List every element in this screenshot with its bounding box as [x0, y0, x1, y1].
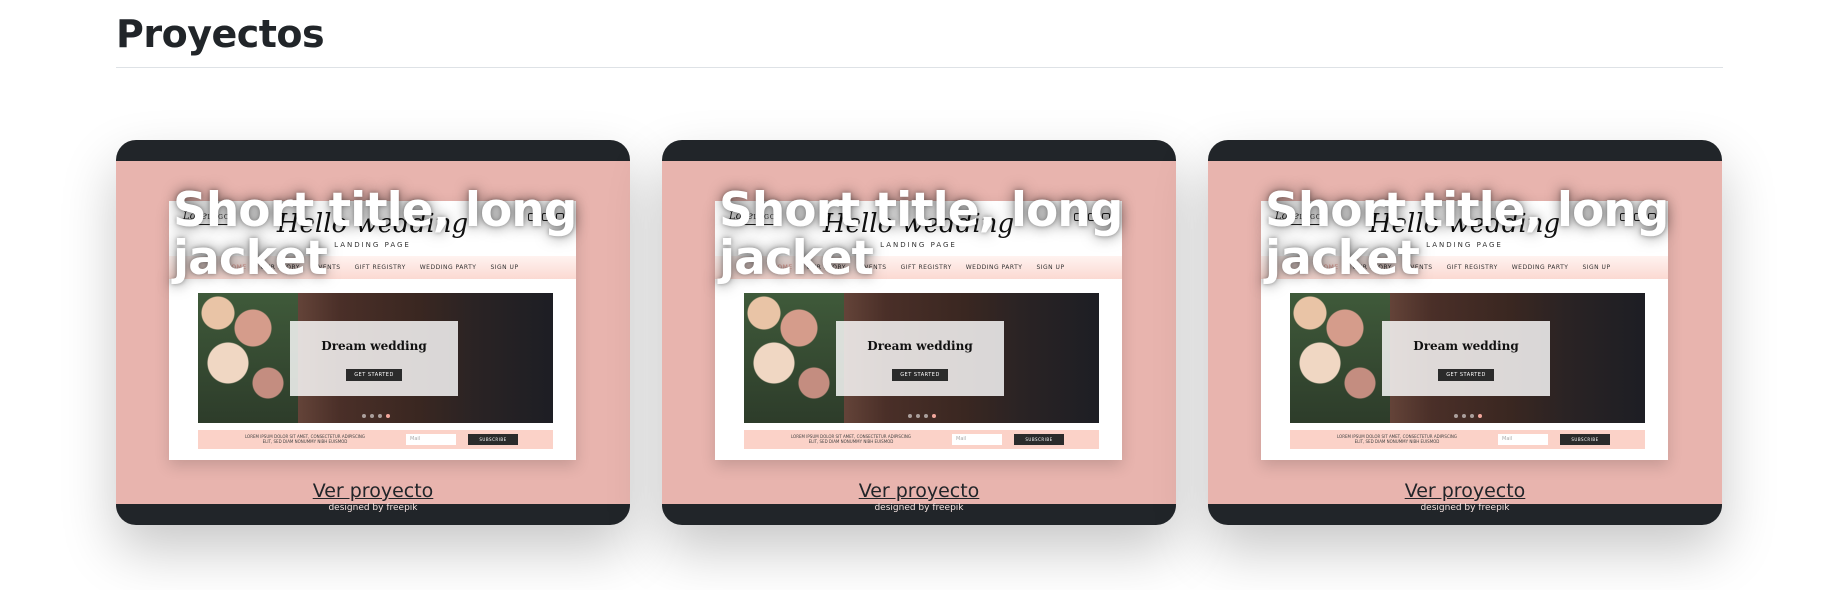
- section-divider: [116, 67, 1723, 68]
- view-project-link[interactable]: Ver proyecto: [662, 480, 1176, 502]
- preview-subscribe-button: SUBSCRIBE: [1560, 434, 1610, 445]
- preview-hero-image: Dream wedding GET STARTED: [198, 293, 553, 423]
- preview-hero-title: Dream wedding: [1413, 339, 1519, 353]
- carousel-dots: [1290, 414, 1645, 418]
- carousel-dots: [198, 414, 553, 418]
- preview-hero-title: Dream wedding: [867, 339, 973, 353]
- preview-footer: LOREM IPSUM DOLOR SIT AMET, CONSECTETUR …: [198, 430, 553, 449]
- preview-footer-text: LOREM IPSUM DOLOR SIT AMET, CONSECTETUR …: [790, 434, 912, 444]
- preview-footer-text: LOREM IPSUM DOLOR SIT AMET, CONSECTETUR …: [244, 434, 366, 444]
- preview-hero-button: GET STARTED: [346, 369, 402, 381]
- image-credit: designed by freepik: [874, 503, 964, 513]
- bouquet-image: [198, 293, 298, 423]
- preview-subscribe-button: SUBSCRIBE: [1014, 434, 1064, 445]
- view-project-link[interactable]: Ver proyecto: [116, 480, 630, 502]
- preview-hero-box: Dream wedding GET STARTED: [836, 321, 1004, 396]
- project-title: Short title, long jacket: [719, 183, 1123, 286]
- preview-subscribe-button: SUBSCRIBE: [468, 434, 518, 445]
- preview-hero-button: GET STARTED: [1438, 369, 1494, 381]
- project-title: Short title, long jacket: [1265, 183, 1669, 286]
- preview-hero-image: Dream wedding GET STARTED: [744, 293, 1099, 423]
- preview-footer: LOREM IPSUM DOLOR SIT AMET, CONSECTETUR …: [1290, 430, 1645, 449]
- preview-hero-title: Dream wedding: [321, 339, 427, 353]
- preview-hero-box: Dream wedding GET STARTED: [1382, 321, 1550, 396]
- bouquet-image: [744, 293, 844, 423]
- preview-mail-input: Mail: [406, 434, 456, 445]
- preview-hero-box: Dream wedding GET STARTED: [290, 321, 458, 396]
- preview-hero-button: GET STARTED: [892, 369, 948, 381]
- preview-hero-image: Dream wedding GET STARTED: [1290, 293, 1645, 423]
- section-title: Proyectos: [116, 12, 325, 56]
- image-credit: designed by freepik: [1420, 503, 1510, 513]
- preview-mail-input: Mail: [952, 434, 1002, 445]
- view-project-link[interactable]: Ver proyecto: [1208, 480, 1722, 502]
- project-title: Short title, long jacket: [173, 183, 577, 286]
- preview-mail-input: Mail: [1498, 434, 1548, 445]
- image-credit: designed by freepik: [328, 503, 418, 513]
- carousel-dots: [744, 414, 1099, 418]
- preview-footer-text: LOREM IPSUM DOLOR SIT AMET, CONSECTETUR …: [1336, 434, 1458, 444]
- bouquet-image: [1290, 293, 1390, 423]
- preview-footer: LOREM IPSUM DOLOR SIT AMET, CONSECTETUR …: [744, 430, 1099, 449]
